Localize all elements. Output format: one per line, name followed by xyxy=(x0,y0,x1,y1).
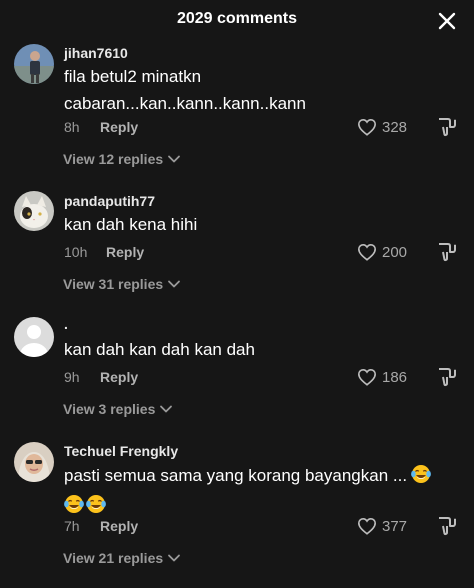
comment-time: 8h xyxy=(64,119,80,135)
like-count: 377 xyxy=(382,517,408,535)
comment-time: 10h xyxy=(64,244,88,260)
heart-icon xyxy=(357,243,377,261)
heart-icon xyxy=(357,517,377,535)
view-replies-link[interactable]: View 21 replies xyxy=(63,550,181,566)
like-count: 200 xyxy=(382,243,408,261)
avatar[interactable] xyxy=(14,44,54,84)
view-replies-label: View 21 replies xyxy=(63,550,164,566)
tears-of-joy-emoji xyxy=(411,465,431,483)
view-replies-link[interactable]: View 31 replies xyxy=(63,276,181,292)
comment-text-line: fila betul2 minatkn xyxy=(64,67,202,86)
chevron-down-icon xyxy=(168,155,181,163)
comment-text-segment: pasti semua sama yang korang bayangkan .… xyxy=(64,466,408,485)
avatar[interactable] xyxy=(14,191,54,231)
view-replies-label: View 31 replies xyxy=(63,276,164,292)
chevron-down-icon xyxy=(168,554,181,562)
comment-meta: 10h Reply xyxy=(64,244,144,262)
close-icon[interactable] xyxy=(436,10,458,32)
view-replies-link[interactable]: View 3 replies xyxy=(63,401,173,417)
dislike-icon[interactable] xyxy=(437,367,457,387)
tears-of-joy-emoji xyxy=(64,495,84,513)
reply-button[interactable]: Reply xyxy=(100,119,138,135)
comment-time: 9h xyxy=(64,369,80,385)
reply-button[interactable]: Reply xyxy=(106,244,144,260)
comment-time: 7h xyxy=(64,518,80,534)
dislike-icon[interactable] xyxy=(437,117,457,137)
comment-text: pasti semua sama yang korang bayangkan .… xyxy=(64,462,454,519)
heart-icon xyxy=(357,368,377,386)
comment-text-line: kan dah kena hihi xyxy=(64,215,198,234)
tears-of-joy-emoji xyxy=(86,495,106,513)
comment-meta: 7h Reply xyxy=(64,518,138,536)
like-button[interactable]: 377 xyxy=(357,516,407,536)
like-button[interactable]: 186 xyxy=(357,367,407,387)
avatar[interactable] xyxy=(14,442,54,482)
comment-meta: 9h Reply xyxy=(64,369,138,387)
comment-username[interactable]: jihan7610 xyxy=(64,45,128,61)
view-replies-link[interactable]: View 12 replies xyxy=(63,151,181,167)
reply-button[interactable]: Reply xyxy=(100,518,138,534)
dislike-icon[interactable] xyxy=(437,242,457,262)
comment-username[interactable]: pandaputih77 xyxy=(64,193,155,209)
comment-emoji-line xyxy=(64,489,454,519)
view-replies-label: View 12 replies xyxy=(63,151,164,167)
comment-username[interactable]: . xyxy=(64,316,68,332)
view-replies-label: View 3 replies xyxy=(63,401,156,417)
chevron-down-icon xyxy=(160,405,173,413)
heart-icon xyxy=(357,118,377,136)
comment-text: kan dah kena hihi xyxy=(64,211,454,238)
reply-button[interactable]: Reply xyxy=(100,369,138,385)
dislike-icon[interactable] xyxy=(437,516,457,536)
comment-text-line: cabaran...kan..kann..kann..kann xyxy=(64,94,306,113)
like-button[interactable]: 200 xyxy=(357,242,407,262)
comment-text-line: pasti semua sama yang korang bayangkan .… xyxy=(64,462,454,489)
like-button[interactable]: 328 xyxy=(357,117,407,137)
chevron-down-icon xyxy=(168,280,181,288)
avatar[interactable] xyxy=(14,317,54,357)
comments-header: 2029 comments xyxy=(0,0,474,40)
comment-meta: 8h Reply xyxy=(64,119,138,137)
like-count: 186 xyxy=(382,368,408,386)
comment-username[interactable]: Techuel Frengkly xyxy=(64,443,178,459)
comment-text: kan dah kan dah kan dah xyxy=(64,336,454,363)
like-count: 328 xyxy=(382,118,408,136)
comments-count-title: 2029 comments xyxy=(176,10,298,27)
comment-text: fila betul2 minatkn cabaran...kan..kann.… xyxy=(64,63,454,117)
comment-text-line: kan dah kan dah kan dah xyxy=(64,340,255,359)
